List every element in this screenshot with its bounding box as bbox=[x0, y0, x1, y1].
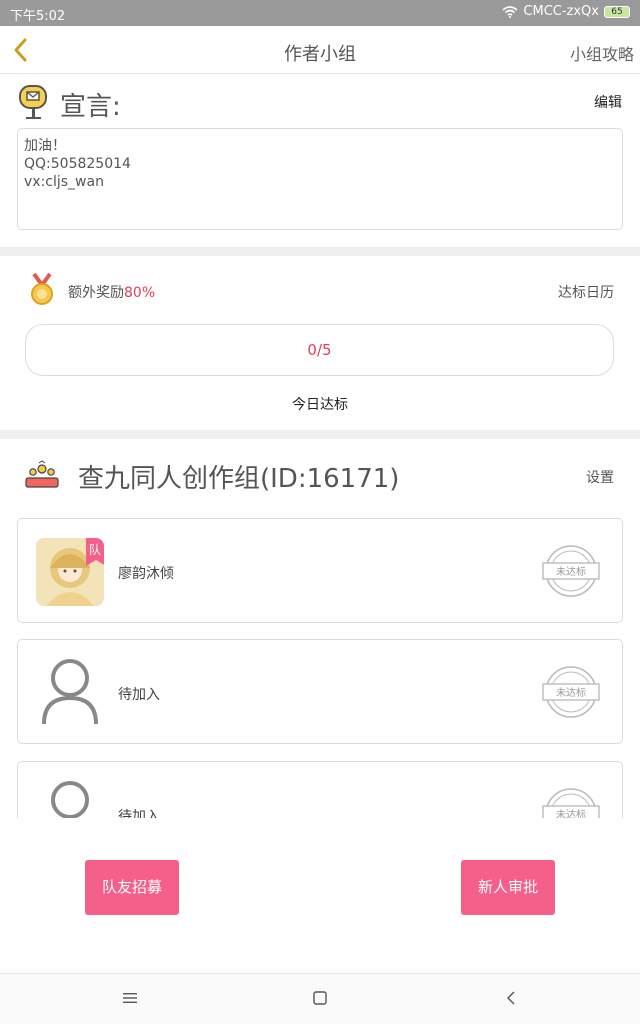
declaration-header: 宣言: 编辑 bbox=[0, 74, 640, 126]
reward-row: 额外奖励80% 达标日历 bbox=[0, 262, 640, 322]
settings-link[interactable]: 设置 bbox=[586, 467, 614, 487]
empty-avatar-icon bbox=[42, 659, 98, 725]
member-name: 廖韵沐倾 bbox=[118, 566, 174, 582]
team-badge-label: 队 bbox=[89, 543, 102, 557]
reward-percent: 80% bbox=[124, 285, 156, 301]
section-divider bbox=[0, 430, 640, 439]
status-right: CMCC-zxQx 65 bbox=[502, 4, 630, 19]
carrier-name: CMCC-zxQx bbox=[523, 4, 599, 19]
stamp-text: 未达标 bbox=[556, 566, 586, 578]
member-card[interactable]: 待加入 未达标 bbox=[17, 761, 623, 818]
edit-button[interactable]: 编辑 bbox=[594, 92, 622, 112]
back-icon[interactable] bbox=[505, 991, 519, 1005]
group-header: 查九同人创作组(ID:16171) 设置 bbox=[0, 440, 640, 510]
member-name: 待加入 bbox=[118, 809, 160, 818]
member-list: 队 廖韵沐倾 未达标 待加入 未达标 待加入 未达标 bbox=[0, 516, 640, 818]
today-label: 今日达标 bbox=[292, 397, 348, 413]
reward-label: 额外奖励80% bbox=[68, 282, 155, 302]
status-bar: 下午5:02 CMCC-zxQx 65 bbox=[0, 0, 640, 26]
team-icon bbox=[25, 460, 59, 488]
group-name: 查九同人创作组(ID:16171) bbox=[78, 464, 400, 494]
approve-newcomers-button[interactable]: 新人审批 bbox=[461, 860, 555, 915]
progress-counter: 0/5 bbox=[25, 324, 614, 376]
home-icon[interactable] bbox=[313, 991, 327, 1005]
group-guide-link[interactable]: 小组攻略 bbox=[570, 41, 634, 65]
mailbox-icon bbox=[19, 85, 47, 119]
declaration-title: 宣言: bbox=[60, 92, 121, 122]
calendar-link[interactable]: 达标日历 bbox=[558, 282, 614, 302]
recruit-teammates-button[interactable]: 队友招募 bbox=[85, 860, 179, 915]
bottom-actions: 队友招募 新人审批 bbox=[0, 860, 640, 916]
wifi-icon bbox=[502, 5, 518, 18]
nav-bar: 作者小组 小组攻略 bbox=[0, 26, 640, 74]
page-title: 作者小组 bbox=[284, 44, 356, 65]
not-qualified-stamp-icon: 未达标 bbox=[542, 545, 600, 597]
status-time: 下午5:02 bbox=[10, 9, 66, 24]
system-nav-bar bbox=[0, 973, 640, 1024]
battery-icon: 65 bbox=[604, 5, 630, 18]
medal-icon bbox=[31, 273, 53, 305]
avatar: 队 bbox=[36, 538, 104, 606]
stamp-text: 未达标 bbox=[556, 809, 586, 818]
menu-icon[interactable] bbox=[123, 991, 137, 1005]
stamp-text: 未达标 bbox=[556, 687, 586, 699]
not-qualified-stamp-icon: 未达标 bbox=[542, 666, 600, 718]
member-card[interactable]: 队 廖韵沐倾 未达标 bbox=[17, 518, 623, 623]
declaration-text: 加油！ QQ:505825014 vx:cljs_wan bbox=[17, 128, 623, 230]
section-divider bbox=[0, 247, 640, 256]
reward-text: 额外奖励 bbox=[68, 285, 124, 301]
not-qualified-stamp-icon: 未达标 bbox=[542, 788, 600, 818]
empty-avatar-icon bbox=[51, 781, 89, 818]
member-card[interactable]: 待加入 未达标 bbox=[17, 639, 623, 744]
member-name: 待加入 bbox=[118, 687, 160, 703]
